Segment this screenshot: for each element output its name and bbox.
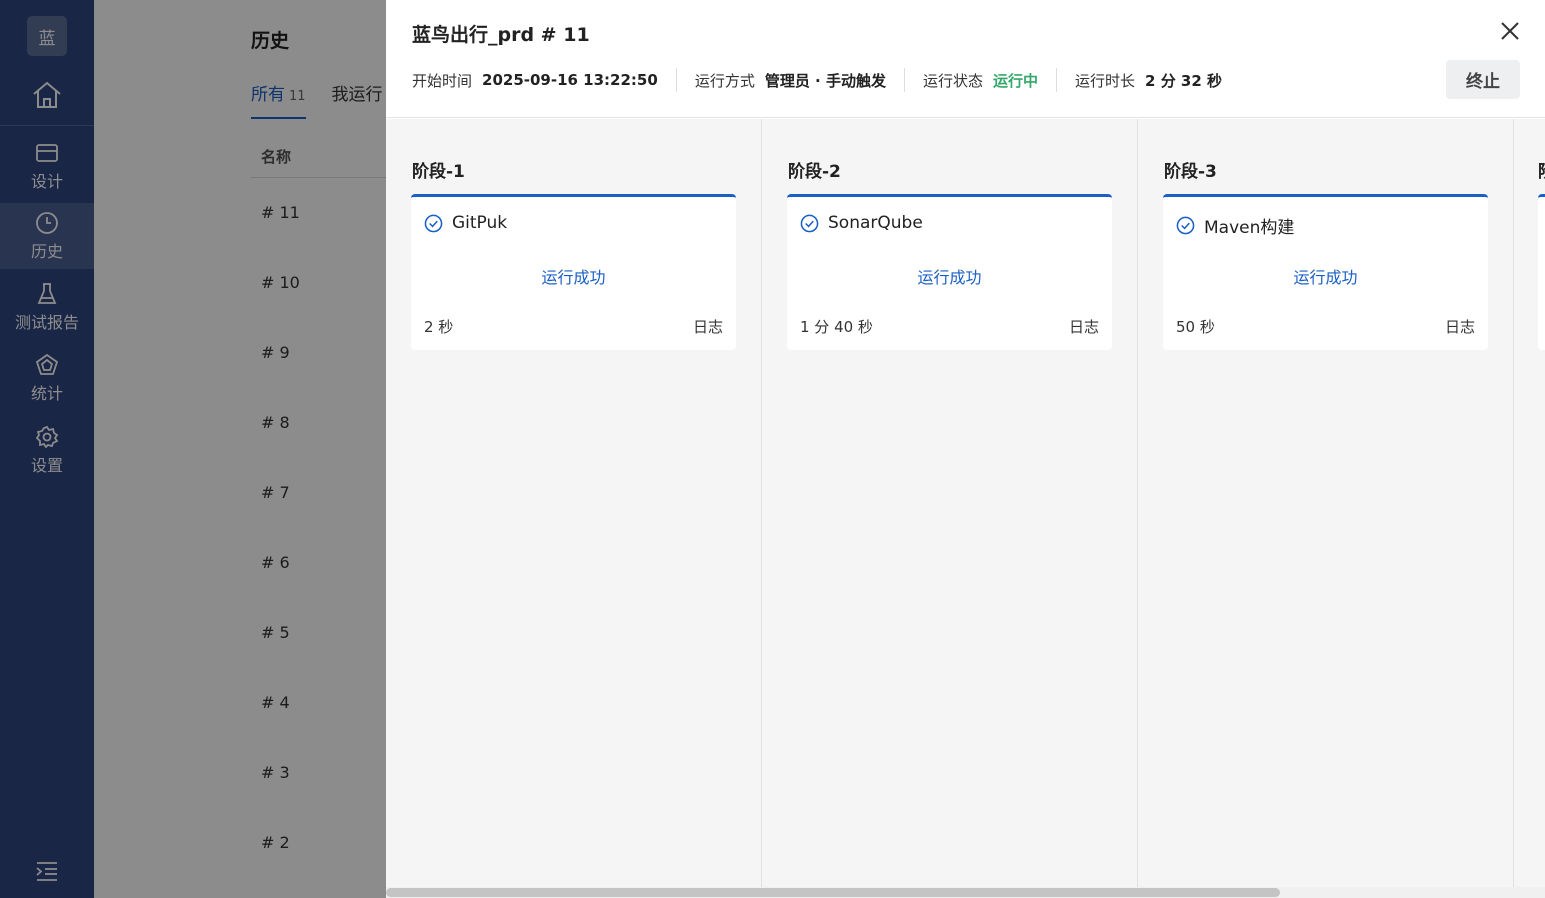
divider: [675, 68, 677, 92]
task-header: GitPuk: [424, 213, 507, 233]
stage-column: 阶段-2 SonarQube 运行成功 1 分 40 秒 日志: [762, 119, 1138, 887]
task-header: SonarQube: [800, 213, 923, 233]
divider: [1056, 68, 1058, 92]
run-detail-drawer: 蓝鸟出行_prd # 11 开始时间 2025-09-16 13:22:50 运…: [386, 0, 1545, 898]
check-circle-icon: [424, 214, 443, 232]
stop-button[interactable]: 终止: [1446, 60, 1520, 99]
run-mode-label: 运行方式: [694, 71, 755, 90]
stage-title: 阶段-2: [788, 162, 841, 182]
task-card[interactable]: GitPuk 运行成功 2 秒 日志: [411, 194, 736, 350]
task-status: 运行成功: [917, 268, 982, 287]
run-meta: 开始时间 2025-09-16 13:22:50 运行方式 管理员 · 手动触发…: [412, 68, 1222, 92]
run-status-label: 运行状态: [922, 71, 983, 90]
check-circle-icon: [800, 214, 819, 232]
stage-column: 阶段-3 Maven构建 运行成功 50 秒 日志: [1138, 119, 1514, 887]
duration-label: 运行时长: [1075, 71, 1136, 90]
drawer-title: 蓝鸟出行_prd # 11: [412, 24, 590, 46]
task-duration: 50 秒: [1176, 318, 1215, 336]
stage-title: 阶: [1538, 157, 1545, 182]
check-circle-icon: [1176, 216, 1195, 235]
log-link[interactable]: 日志: [1069, 316, 1099, 337]
stage-title: 阶段-3: [1164, 162, 1217, 182]
task-name: GitPuk: [452, 213, 508, 233]
log-link[interactable]: 日志: [1445, 316, 1475, 337]
task-duration: 1 分 40 秒: [800, 318, 873, 336]
drawer-header: 蓝鸟出行_prd # 11 开始时间 2025-09-16 13:22:50 运…: [386, 0, 1545, 118]
run-mode-value: 管理员 · 手动触发: [764, 71, 886, 90]
divider: [903, 68, 905, 92]
stage-column: 阶: [1514, 119, 1545, 887]
task-header: Maven构建: [1176, 213, 1294, 238]
task-status: 运行成功: [1293, 268, 1358, 287]
start-time-value: 2025-09-16 13:22:50: [482, 71, 658, 89]
task-name: Maven构建: [1204, 218, 1295, 238]
task-card[interactable]: SonarQube 运行成功 1 分 40 秒 日志: [787, 194, 1112, 350]
duration-value: 2 分 32 秒: [1145, 71, 1223, 90]
stage-column: 阶段-1 GitPuk 运行成功 2 秒 日志: [386, 119, 762, 887]
close-icon: [1501, 22, 1519, 40]
task-status: 运行成功: [541, 268, 606, 287]
task-card[interactable]: Maven构建 运行成功 50 秒 日志: [1163, 194, 1488, 350]
close-button[interactable]: [1499, 20, 1521, 42]
start-time-label: 开始时间: [412, 71, 473, 90]
task-card[interactable]: [1538, 194, 1545, 350]
stage-board: 阶段-1 GitPuk 运行成功 2 秒 日志 阶段-2 SonarQube 运…: [386, 119, 1545, 898]
task-duration: 2 秒: [424, 318, 454, 336]
task-name: SonarQube: [828, 213, 923, 233]
scrollbar-thumb[interactable]: [386, 888, 1280, 897]
log-link[interactable]: 日志: [693, 316, 723, 337]
run-status-value: 运行中: [993, 71, 1039, 90]
horizontal-scrollbar[interactable]: [386, 887, 1545, 898]
stage-title: 阶段-1: [412, 162, 465, 182]
